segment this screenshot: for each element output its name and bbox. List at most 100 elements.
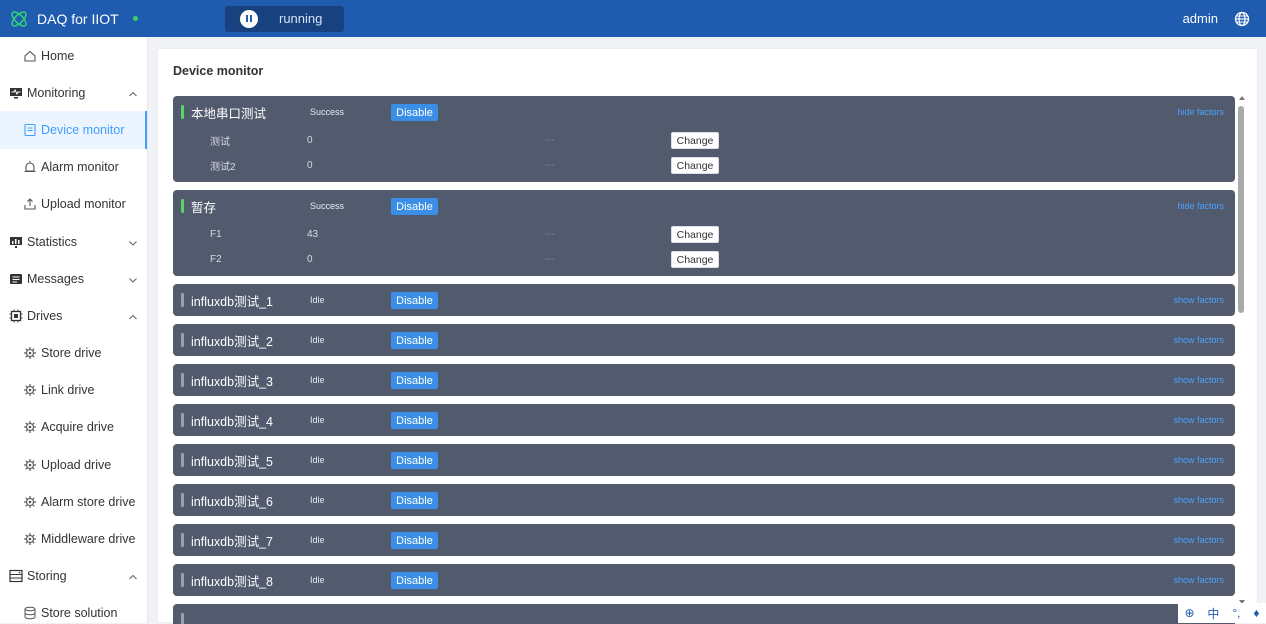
- home-icon: [23, 49, 37, 63]
- sidebar-item-storing[interactable]: Storing: [0, 558, 147, 595]
- chevron-up-icon[interactable]: [128, 311, 138, 321]
- device-header: 暂存SuccessDisablehide factors: [173, 190, 1235, 222]
- status-dot: [133, 16, 138, 21]
- toggle-factors-link[interactable]: show factors: [1173, 295, 1224, 305]
- disable-button[interactable]: Disable: [391, 452, 438, 469]
- gear-icon: [23, 420, 37, 434]
- toggle-factors-link[interactable]: show factors: [1173, 415, 1224, 425]
- change-button[interactable]: Change: [671, 251, 719, 268]
- status-indicator: [181, 293, 184, 307]
- factor-value: 0: [307, 254, 313, 265]
- sidebar-item-upload-monitor[interactable]: Upload monitor: [0, 186, 147, 223]
- sidebar-item-drives[interactable]: Drives: [0, 297, 147, 334]
- scroll-thumb[interactable]: [1238, 106, 1244, 313]
- toggle-factors-link[interactable]: show factors: [1173, 575, 1224, 585]
- status-indicator: [181, 105, 184, 119]
- toggle-factors-link[interactable]: hide factors: [1177, 107, 1224, 117]
- device-status: Idle: [310, 495, 325, 505]
- disable-button[interactable]: Disable: [391, 292, 438, 309]
- factor-value: 43: [307, 229, 318, 240]
- device-header: influxdb测试_5IdleDisableshow factors: [173, 444, 1235, 476]
- sidebar-item-home[interactable]: Home: [0, 37, 147, 74]
- user-menu[interactable]: admin: [1183, 11, 1218, 26]
- mic-icon[interactable]: ♦: [1253, 606, 1259, 620]
- sidebar-item-upload-drive[interactable]: Upload drive: [0, 446, 147, 483]
- change-button[interactable]: Change: [671, 157, 719, 174]
- pause-icon[interactable]: [240, 10, 258, 28]
- device-name: influxdb测试_3: [191, 371, 273, 390]
- device-status: Idle: [310, 535, 325, 545]
- device-status: Success: [310, 107, 344, 117]
- disable-button[interactable]: Disable: [391, 198, 438, 215]
- globe-icon[interactable]: [1234, 11, 1250, 27]
- disable-button[interactable]: Disable: [391, 492, 438, 509]
- sidebar-item-alarm-store-drive[interactable]: Alarm store drive: [0, 483, 147, 520]
- device-header: influxdb测试_1IdleDisableshow factors: [173, 284, 1235, 316]
- chevron-down-icon[interactable]: [128, 237, 138, 247]
- main-panel: Device monitor 本地串口测试SuccessDisablehide …: [157, 48, 1258, 623]
- device-list[interactable]: 本地串口测试SuccessDisablehide factors测试0---Ch…: [173, 96, 1235, 624]
- ime-lang[interactable]: 中: [1207, 605, 1219, 622]
- toggle-factors-link[interactable]: show factors: [1173, 455, 1224, 465]
- toggle-factors-link[interactable]: show factors: [1173, 495, 1224, 505]
- chevron-up-icon[interactable]: [128, 88, 138, 98]
- factor-value: 0: [307, 135, 313, 146]
- toggle-factors-link[interactable]: show factors: [1173, 535, 1224, 545]
- sidebar-item-store-solution[interactable]: Store solution: [0, 595, 147, 623]
- disable-button[interactable]: Disable: [391, 412, 438, 429]
- toggle-factors-link[interactable]: show factors: [1173, 375, 1224, 385]
- ime-punct[interactable]: °,: [1232, 606, 1240, 620]
- factor-placeholder: ---: [545, 229, 555, 240]
- factor-name: 测试: [210, 133, 230, 148]
- disable-button[interactable]: Disable: [391, 332, 438, 349]
- sidebar-item-label: Link drive: [41, 383, 95, 397]
- sidebar-item-monitoring[interactable]: Monitoring: [0, 74, 147, 111]
- device-icon: [23, 123, 37, 137]
- run-control[interactable]: running: [225, 6, 344, 32]
- factor-name: F2: [210, 254, 222, 265]
- change-button[interactable]: Change: [671, 226, 719, 243]
- sidebar-item-label: Middleware drive: [41, 532, 135, 546]
- chevron-down-icon[interactable]: [128, 274, 138, 284]
- sidebar-item-label: Statistics: [27, 235, 77, 249]
- scrollbar[interactable]: [1237, 96, 1247, 604]
- change-button[interactable]: Change: [671, 132, 719, 149]
- ime-logo-icon[interactable]: ⊕: [1184, 606, 1194, 620]
- scroll-up-icon[interactable]: [1239, 96, 1245, 100]
- sidebar-item-statistics[interactable]: Statistics: [0, 223, 147, 260]
- logo: DAQ for IIOT: [0, 9, 225, 29]
- disable-button[interactable]: Disable: [391, 372, 438, 389]
- sidebar-item-label: Alarm store drive: [41, 495, 135, 509]
- sidebar-item-store-drive[interactable]: Store drive: [0, 335, 147, 372]
- chevron-up-icon[interactable]: [128, 571, 138, 581]
- sidebar-item-middleware-drive[interactable]: Middleware drive: [0, 520, 147, 557]
- device-status: Idle: [310, 375, 325, 385]
- sidebar-item-label: Alarm monitor: [41, 160, 119, 174]
- chart-icon: [9, 235, 23, 249]
- toggle-factors-link[interactable]: hide factors: [1177, 201, 1224, 211]
- factor-placeholder: ---: [545, 135, 555, 146]
- sidebar-item-alarm-monitor[interactable]: Alarm monitor: [0, 149, 147, 186]
- sidebar-item-label: Store drive: [41, 346, 101, 360]
- sidebar-item-link-drive[interactable]: Link drive: [0, 372, 147, 409]
- device-card: 暂存SuccessDisablehide factorsF143---Chang…: [173, 190, 1235, 276]
- factor-name: 测试2: [210, 158, 236, 173]
- ime-toolbar[interactable]: ⊕ 中 °, ♦: [1178, 603, 1266, 623]
- sidebar-item-acquire-drive[interactable]: Acquire drive: [0, 409, 147, 446]
- device-card: 本地串口测试SuccessDisablehide factors测试0---Ch…: [173, 96, 1235, 182]
- device-status: Idle: [310, 455, 325, 465]
- device-name: influxdb测试_4: [191, 411, 273, 430]
- sidebar-item-device-monitor[interactable]: Device monitor: [0, 111, 147, 148]
- device-name: influxdb测试_6: [191, 491, 273, 510]
- sidebar-item-messages[interactable]: Messages: [0, 260, 147, 297]
- device-card: influxdb测试_6 Idle Disable show factors: [173, 484, 1235, 516]
- disable-button[interactable]: Disable: [391, 104, 438, 121]
- top-bar: DAQ for IIOT running admin: [0, 0, 1266, 37]
- disable-button[interactable]: Disable: [391, 572, 438, 589]
- device-status: Idle: [310, 295, 325, 305]
- sidebar-item-label: Acquire drive: [41, 420, 114, 434]
- toggle-factors-link[interactable]: show factors: [1173, 335, 1224, 345]
- disable-button[interactable]: Disable: [391, 532, 438, 549]
- gear-icon: [23, 383, 37, 397]
- status-indicator: [181, 573, 184, 587]
